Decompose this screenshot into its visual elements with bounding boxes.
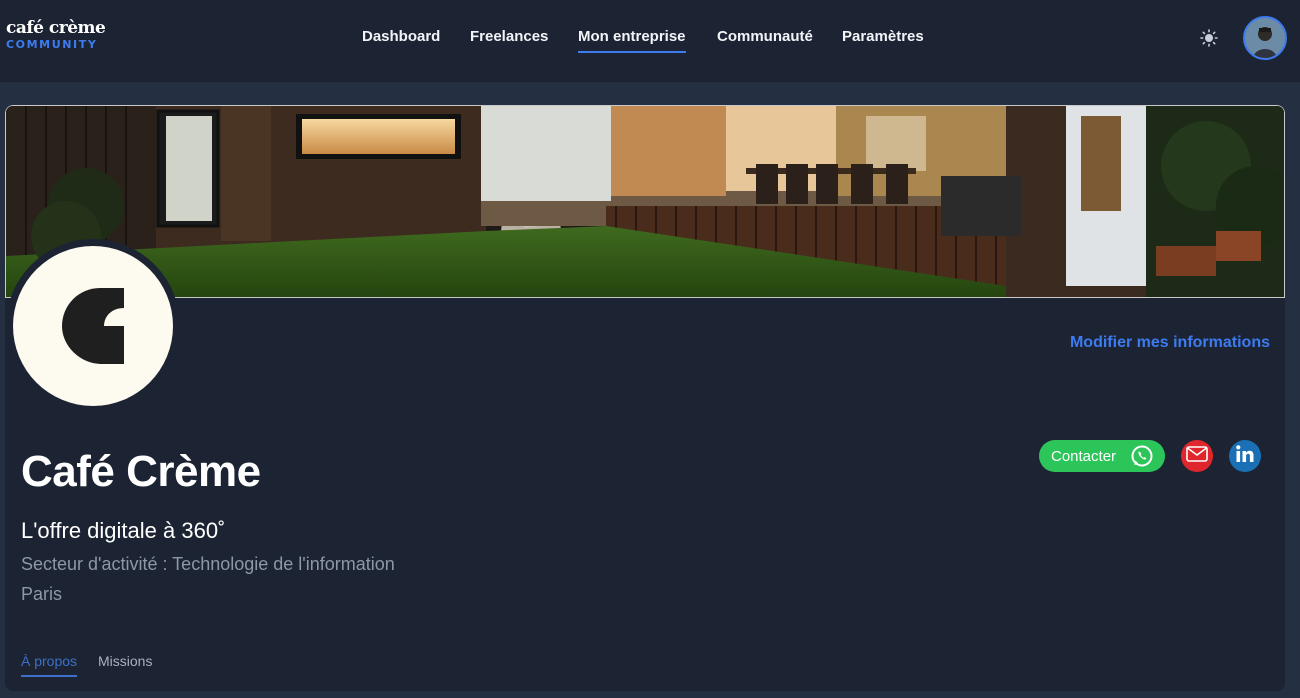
company-profile-card: Modifier mes informations Café Crème L'o… [5,105,1285,691]
company-tagline: L'offre digitale à 360˚ [21,518,226,543]
email-button[interactable] [1181,440,1213,472]
top-navigation-bar: café crème COMMUNITY Dashboard Freelance… [0,0,1300,82]
company-logo [13,246,173,406]
tab-a-propos[interactable]: À propos [21,653,78,677]
company-city: Paris [21,584,63,604]
nav-item-dashboard[interactable]: Dashboard [362,28,440,51]
tab-missions[interactable]: Missions [98,653,152,675]
whatsapp-icon [1130,444,1154,468]
contact-button[interactable]: Contacter [1039,440,1165,472]
cover-image [5,105,1285,298]
edit-info-link[interactable]: Modifier mes informations [1070,334,1270,352]
nav-item-communaute[interactable]: Communauté [717,28,813,51]
nav-item-parametres[interactable]: Paramètres [842,28,924,51]
linkedin-icon [1235,444,1255,469]
contact-button-label: Contacter [1051,447,1117,465]
main-nav: Dashboard Freelances Mon entreprise Comm… [0,28,1300,58]
nav-item-mon-entreprise[interactable]: Mon entreprise [578,28,686,53]
linkedin-button[interactable] [1229,440,1261,472]
user-avatar[interactable] [1243,16,1287,60]
company-logo-frame [6,239,180,413]
sun-icon[interactable] [1199,28,1219,48]
nav-item-freelances[interactable]: Freelances [470,28,548,51]
company-sector: Secteur d'activité : Technologie de l'in… [21,554,395,574]
company-name: Café Crème [21,447,261,496]
mail-icon [1186,445,1208,467]
